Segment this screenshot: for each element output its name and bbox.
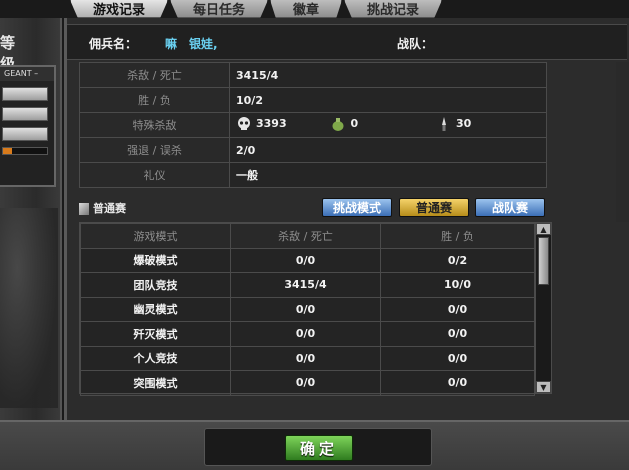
- table-row: 杀敌 / 死亡 3415/4: [79, 62, 547, 88]
- mode-kd: 0/0: [230, 321, 381, 347]
- mode-kd: 3415/4: [230, 272, 381, 298]
- kd-label: 杀敌 / 死亡: [79, 62, 230, 88]
- scroll-up-icon[interactable]: ▲: [536, 223, 551, 235]
- mode-kd: 0/0: [230, 345, 381, 371]
- table-header-row: 游戏模式 杀敌 / 死亡 胜 / 负: [80, 223, 535, 249]
- pencil-icon: [79, 203, 89, 215]
- table-row: 突围模式 0/0 0/0: [80, 370, 535, 396]
- clan-label: 战队：: [397, 37, 434, 51]
- left-profile-panel: 等级 GEANT –: [0, 18, 62, 428]
- kd-value: 3415/4: [229, 62, 547, 88]
- grenade-kills: 0: [330, 116, 358, 132]
- tab-daily-tasks[interactable]: 每日任务: [170, 0, 269, 18]
- mode-selector-bar: 普通赛 挑战模式 普通赛 战队赛: [79, 198, 547, 218]
- grenade-count: 0: [350, 117, 359, 130]
- table-row: 歼灭模式 0/0 0/0: [80, 321, 535, 347]
- mercenary-label: 佣兵名：: [89, 37, 138, 51]
- headshot-kills: 3393: [236, 116, 287, 132]
- mode-wl: 0/2: [380, 247, 535, 273]
- mode-title: 普通赛: [79, 200, 126, 216]
- right-edge-panel: [616, 62, 629, 222]
- mode-name: 歼灭模式: [80, 321, 231, 347]
- scroll-thumb[interactable]: [538, 237, 549, 285]
- rank-slot[interactable]: [2, 127, 48, 141]
- footer-bar: 确定: [0, 420, 629, 470]
- etiquette-value: 一般: [229, 162, 547, 188]
- challenge-mode-button[interactable]: 挑战模式: [322, 198, 392, 217]
- mode-name: 幽灵模式: [80, 296, 231, 322]
- normal-match-button[interactable]: 普通赛: [399, 198, 469, 217]
- mode-wl: 0/0: [380, 370, 535, 396]
- table-row: 幽灵模式 0/0 0/0: [80, 296, 535, 322]
- mode-wl: 0/0: [380, 345, 535, 371]
- knife-kills: 30: [436, 116, 471, 132]
- tab-bar: 游戏记录 每日任务 徽章 挑战记录: [70, 0, 629, 18]
- wl-label: 胜 / 负: [79, 87, 230, 113]
- table-row: 个人竞技 0/0 0/0: [80, 345, 535, 371]
- character-portrait: [0, 208, 58, 408]
- rank-card: GEANT –: [0, 65, 56, 187]
- mode-kd: 0/0: [230, 296, 381, 322]
- table-row: 礼仪 一般: [79, 162, 547, 188]
- tab-badges[interactable]: 徽章: [270, 0, 343, 18]
- rank-bar: GEANT –: [0, 67, 54, 81]
- scroll-down-icon[interactable]: ▼: [536, 381, 551, 393]
- ok-button-frame: 确定: [204, 428, 432, 466]
- mode-name: 个人竞技: [80, 345, 231, 371]
- mode-stats-table: 游戏模式 杀敌 / 死亡 胜 / 负 爆破模式 0/0 0/2 团队竞技 341…: [80, 223, 535, 396]
- clan-match-button[interactable]: 战队赛: [475, 198, 545, 217]
- knife-icon: [441, 116, 446, 131]
- table-row: 特殊杀敌 3393 0 30: [79, 112, 547, 138]
- tab-game-record[interactable]: 游戏记录: [70, 0, 169, 18]
- game-record-panel: 佣兵名： 嘛 银娃, 战队： 杀敌 / 死亡 3415/4 胜 / 负 10/2…: [64, 18, 629, 428]
- column-header: 杀敌 / 死亡: [230, 223, 381, 249]
- column-header: 胜 / 负: [380, 223, 535, 249]
- table-row: 胜 / 负 10/2: [79, 87, 547, 113]
- ok-button[interactable]: 确定: [285, 435, 353, 461]
- rank-slot[interactable]: [2, 107, 48, 121]
- wl-value: 10/2: [229, 87, 547, 113]
- mode-stats-list: 游戏模式 杀敌 / 死亡 胜 / 负 爆破模式 0/0 0/2 团队竞技 341…: [79, 222, 552, 396]
- mode-kd: 0/0: [230, 247, 381, 273]
- mode-wl: 0/0: [380, 296, 535, 322]
- mode-title-text: 普通赛: [93, 202, 126, 215]
- vertical-scrollbar[interactable]: ▲ ▼: [535, 223, 551, 393]
- mode-name: 突围模式: [80, 370, 231, 396]
- mode-kd: 0/0: [230, 370, 381, 396]
- table-row: 强退 / 误杀 2/0: [79, 137, 547, 163]
- quit-label: 强退 / 误杀: [79, 137, 230, 163]
- player-header: 佣兵名： 嘛 银娃, 战队：: [67, 24, 627, 60]
- knife-count: 30: [455, 117, 472, 130]
- experience-progress-bar: [2, 147, 48, 155]
- rank-slot[interactable]: [2, 87, 48, 101]
- special-kills-label: 特殊杀敌: [79, 112, 230, 138]
- tab-challenge-record[interactable]: 挑战记录: [344, 0, 443, 18]
- grenade-icon: [332, 117, 344, 131]
- quit-value: 2/0: [229, 137, 547, 163]
- mercenary-name: 嘛 银娃,: [165, 37, 218, 51]
- skull-icon: [238, 116, 250, 130]
- mode-wl: 0/0: [380, 321, 535, 347]
- etiquette-label: 礼仪: [79, 162, 230, 188]
- summary-stats-table: 杀敌 / 死亡 3415/4 胜 / 负 10/2 特殊杀敌 3393 0 30…: [79, 62, 547, 188]
- column-header: 游戏模式: [80, 223, 231, 249]
- table-row: 爆破模式 0/0 0/2: [80, 247, 535, 273]
- mode-name: 团队竞技: [80, 272, 231, 298]
- mode-name: 爆破模式: [80, 247, 231, 273]
- headshot-count: 3393: [256, 117, 287, 130]
- special-kills-value: 3393 0 30: [229, 112, 547, 138]
- mode-wl: 10/0: [380, 272, 535, 298]
- table-row: 团队竞技 3415/4 10/0: [80, 272, 535, 298]
